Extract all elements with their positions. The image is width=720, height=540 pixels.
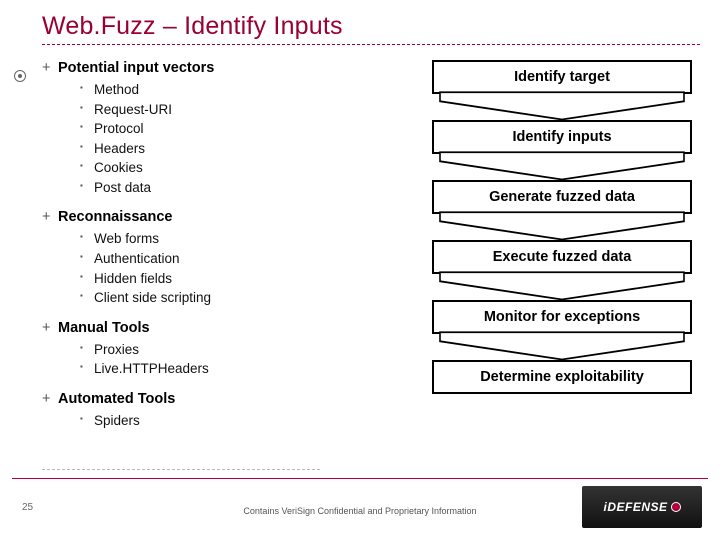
plus-icon: +: [42, 209, 50, 225]
flow-column: Identify target Identify inputs Generate f…: [402, 58, 692, 470]
flow-arrow-icon: [432, 334, 692, 360]
list-item: Authentication: [80, 249, 402, 269]
logo-dot-icon: [671, 502, 681, 512]
list-item: Protocol: [80, 119, 402, 139]
flow-step: Generate fuzzed data: [432, 180, 692, 214]
group-heading-label: Manual Tools: [58, 320, 150, 336]
flow-arrow-icon: [432, 274, 692, 300]
group-items: MethodRequest-URIProtocolHeadersCookiesP…: [42, 80, 402, 197]
group-heading: + Automated Tools: [42, 391, 402, 407]
list-item: Cookies: [80, 158, 402, 178]
footer-dash: [42, 469, 320, 470]
group-items: Web formsAuthenticationHidden fieldsClie…: [42, 229, 402, 307]
flow-arrow-icon: [432, 154, 692, 180]
group-items: ProxiesLive.HTTPHeaders: [42, 340, 402, 379]
list-item: Web forms: [80, 229, 402, 249]
group-heading: + Reconnaissance: [42, 209, 402, 225]
list-item: Request-URI: [80, 100, 402, 120]
plus-icon: +: [42, 391, 50, 407]
list-item: Post data: [80, 178, 402, 198]
footer-divider: [12, 478, 708, 479]
decorative-bullet-icon: [14, 70, 26, 82]
group-heading-label: Reconnaissance: [58, 209, 172, 225]
group-heading-label: Potential input vectors: [58, 60, 214, 76]
flow-step: Monitor for exceptions: [432, 300, 692, 334]
list-item: Headers: [80, 139, 402, 159]
brand-logo: iDEFENSE: [582, 486, 702, 528]
list-item: Hidden fields: [80, 269, 402, 289]
flow-arrow-icon: [432, 214, 692, 240]
group-heading: + Manual Tools: [42, 320, 402, 336]
brand-logo-text: iDEFENSE: [603, 500, 667, 514]
flow-arrow-icon: [432, 94, 692, 120]
list-item: Proxies: [80, 340, 402, 360]
plus-icon: +: [42, 60, 50, 76]
flow-step: Execute fuzzed data: [432, 240, 692, 274]
list-item: Client side scripting: [80, 288, 402, 308]
group-heading-label: Automated Tools: [58, 391, 175, 407]
group-items: Spiders: [42, 411, 402, 431]
outline-column: + Potential input vectors MethodRequest-UR…: [42, 58, 402, 470]
group-heading: + Potential input vectors: [42, 60, 402, 76]
flow-step: Identify inputs: [432, 120, 692, 154]
list-item: Live.HTTPHeaders: [80, 359, 402, 379]
title-divider: [42, 44, 700, 45]
flow-step: Identify target: [432, 60, 692, 94]
slide-title: Web.Fuzz – Identify Inputs: [42, 12, 700, 41]
list-item: Method: [80, 80, 402, 100]
flow-step: Determine exploitability: [432, 360, 692, 394]
slide-footer: 25 Contains VeriSign Confidential and Pr…: [0, 478, 720, 540]
plus-icon: +: [42, 320, 50, 336]
list-item: Spiders: [80, 411, 402, 431]
